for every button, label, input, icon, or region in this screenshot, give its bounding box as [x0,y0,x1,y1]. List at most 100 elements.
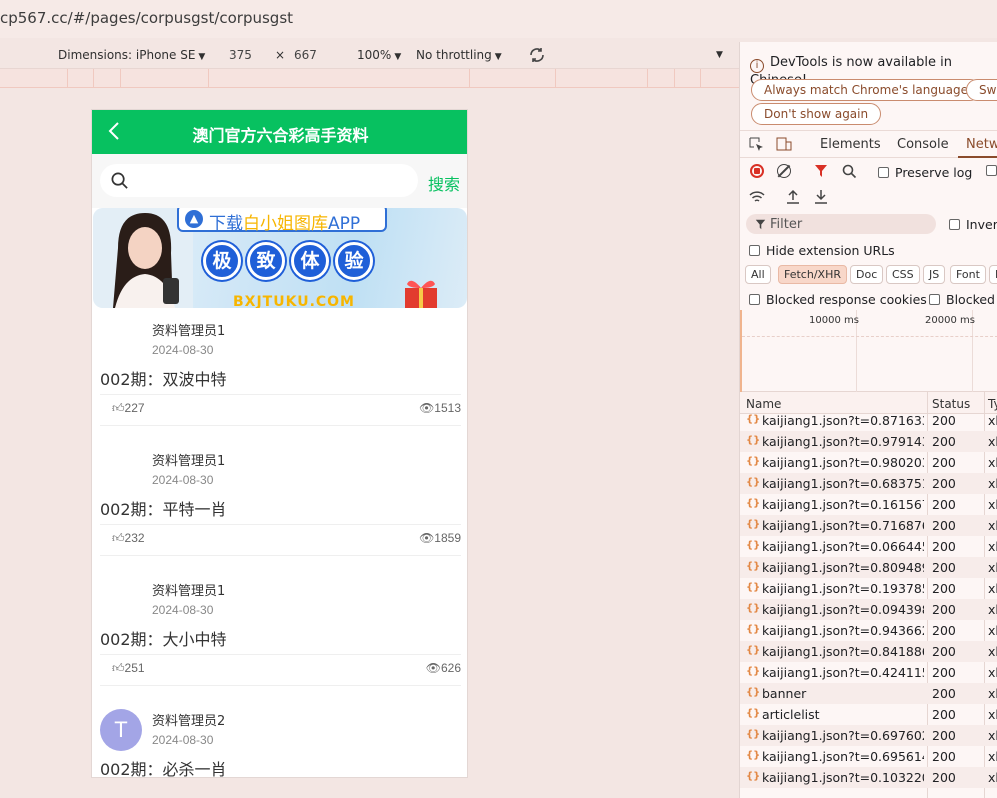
network-timeline[interactable]: 10000 ms 20000 ms [740,310,997,392]
search-icon[interactable] [842,164,857,179]
request-status: 200 [932,749,956,764]
eye-icon: 👁︎ [419,531,435,545]
table-row[interactable]: {}kaijiang1.json?t=0.716876... 200 xh [740,515,997,536]
preserve-log-checkbox[interactable]: Preserve log [878,165,972,180]
blocked-requests-checkbox[interactable]: Blocked r [929,292,997,307]
type-filter-font[interactable]: Font [950,265,986,284]
post-date: 2024-08-30 [152,733,214,747]
invert-checkbox[interactable]: Invert [949,217,997,232]
thumbs-up-icon: 👍︎ [112,661,125,675]
xhr-icon: {} [746,582,761,593]
table-row[interactable]: {}kaijiang1.json?t=0.066445... 200 xh [740,536,997,557]
post-title[interactable]: 002期：大小中特 [100,626,227,650]
disable-cache-checkbox[interactable] [986,165,997,176]
column-name[interactable]: Name [746,397,781,411]
download-icon[interactable] [814,189,828,204]
switch-language-button[interactable]: Swi [966,79,997,101]
list-item[interactable]: 资料管理员1 2024-08-30 002期：双波中特 👍︎227 👁︎1513 [92,308,467,438]
table-row[interactable]: {}kaijiang1.json?t=0.094398... 200 xh [740,599,997,620]
post-title[interactable]: 002期：必杀一肖 [100,756,227,777]
tab-network[interactable]: Netw [966,137,997,152]
view-count: 👁︎626 [425,661,461,675]
zoom-dropdown[interactable]: 100% ▼ [357,48,401,62]
search-button[interactable]: 搜索 [428,171,460,195]
filter-input[interactable]: Filter [746,214,936,234]
phone-screen: 澳门官方六合彩高手资料 搜索 ▲ 下载白小姐图库APP 极 致 体 验 BXJT… [91,109,468,778]
request-type: xh [988,476,997,491]
rotate-icon[interactable] [528,46,546,64]
list-item[interactable]: 资料管理员1 2024-08-30 002期：大小中特 👍︎251 👁︎626 [92,568,467,698]
clear-icon[interactable] [777,164,791,178]
table-row[interactable]: {}kaijiang1.json?t=0.103220... 200 xh [740,767,997,788]
inspect-icon[interactable] [749,137,764,152]
table-row[interactable]: {}kaijiang1.json?t=0.697602... 200 xh [740,725,997,746]
xhr-icon: {} [746,435,761,446]
column-type[interactable]: Ty [988,397,997,411]
device-mode-icon[interactable] [776,137,792,152]
hide-extension-urls-checkbox[interactable]: Hide extension URLs [749,243,895,258]
throttling-dropdown[interactable]: No throttling ▼ [416,48,502,62]
avatar: T [100,709,142,751]
dimensions-dropdown[interactable]: Dimensions: iPhone SE ▼ [58,48,205,62]
type-filter-fetch-xhr[interactable]: Fetch/XHR [778,265,847,284]
post-title[interactable]: 002期：双波中特 [100,366,227,390]
address-bar[interactable]: cp567.cc/#/pages/corpusgst/corpusgst [0,0,997,38]
url-text[interactable]: cp567.cc/#/pages/corpusgst/corpusgst [0,9,293,27]
table-row[interactable]: {}kaijiang1.json?t=0.943662... 200 xh [740,620,997,641]
post-stats: 👍︎232 👁︎1859 [100,524,461,556]
request-name: articlelist [762,707,820,722]
post-date: 2024-08-30 [152,603,214,617]
promo-banner[interactable]: ▲ 下载白小姐图库APP 极 致 体 验 BXJTUKU.COM [93,208,467,308]
post-title[interactable]: 002期：平特一肖 [100,496,227,520]
table-row[interactable]: {}kaijiang1.json?t=0.841886... 200 xh [740,641,997,662]
tab-console[interactable]: Console [897,137,949,152]
list-item[interactable]: T 资料管理员2 2024-08-30 002期：必杀一肖 [92,698,467,777]
like-count[interactable]: 👍︎227 [112,401,145,416]
app-header: 澳门官方六合彩高手资料 [92,110,467,154]
request-type: xh [988,707,997,722]
post-stats: 👍︎227 👁︎1513 [100,394,461,426]
banner-domain: BXJTUKU.COM [233,294,355,308]
more-options-icon[interactable]: ▼ [716,50,723,60]
table-row[interactable]: {}banner 200 xh [740,683,997,704]
request-status: 200 [932,728,956,743]
height-field[interactable]: 667 [288,46,344,65]
network-conditions-icon[interactable] [749,190,765,204]
search-input[interactable] [138,170,408,191]
table-row[interactable]: {}kaijiang1.json?t=0.979143... 200 xh [740,431,997,452]
filter-icon[interactable] [814,164,828,178]
type-filter-img[interactable]: I [989,265,997,284]
table-row[interactable]: {}kaijiang1.json?t=0.809489... 200 xh [740,557,997,578]
list-item[interactable]: 资料管理员1 2024-08-30 002期：平特一肖 👍︎232 👁︎1859 [92,438,467,568]
type-filter-doc[interactable]: Doc [850,265,884,284]
width-field[interactable]: 375 [223,46,279,65]
dont-show-again-button[interactable]: Don't show again [751,103,882,125]
request-status: 200 [932,560,956,575]
like-count[interactable]: 👍︎251 [112,661,145,676]
table-row[interactable]: {}kaijiang1.json?t=0.424115... 200 xh [740,662,997,683]
request-type: xh [988,539,997,554]
type-filter-all[interactable]: All [745,265,771,284]
match-language-button[interactable]: Always match Chrome's language [751,79,981,101]
network-toolbar: Preserve log [740,162,997,184]
table-row[interactable]: {}kaijiang1.json?t=0.193785... 200 xh [740,578,997,599]
table-row[interactable]: {}articlelist 200 xh [740,704,997,725]
blocked-cookies-checkbox[interactable]: Blocked response cookies [749,292,927,307]
xhr-icon: {} [746,771,761,782]
device-toolbar: Dimensions: iPhone SE ▼ 375 × 667 100% ▼ N… [0,42,739,69]
table-row[interactable]: {}kaijiang1.json?t=0.683751... 200 xh [740,473,997,494]
column-status[interactable]: Status [932,397,970,411]
tab-elements[interactable]: Elements [820,137,881,152]
request-status: 200 [932,665,956,680]
like-count[interactable]: 👍︎232 [112,531,145,546]
table-row[interactable]: {}kaijiang1.json?t=0.161567... 200 xh [740,494,997,515]
search-box[interactable] [100,164,418,197]
record-icon[interactable] [750,164,764,178]
table-row[interactable]: {}kaijiang1.json?t=0.871633... 200 xh [740,410,997,431]
table-row[interactable]: {}kaijiang1.json?t=0.695614... 200 xh [740,746,997,767]
type-filter-js[interactable]: JS [923,265,946,284]
caret-down-icon: ▼ [394,52,402,62]
upload-icon[interactable] [786,189,800,204]
type-filter-css[interactable]: CSS [886,265,920,284]
table-row[interactable]: {}kaijiang1.json?t=0.980203... 200 xh [740,452,997,473]
